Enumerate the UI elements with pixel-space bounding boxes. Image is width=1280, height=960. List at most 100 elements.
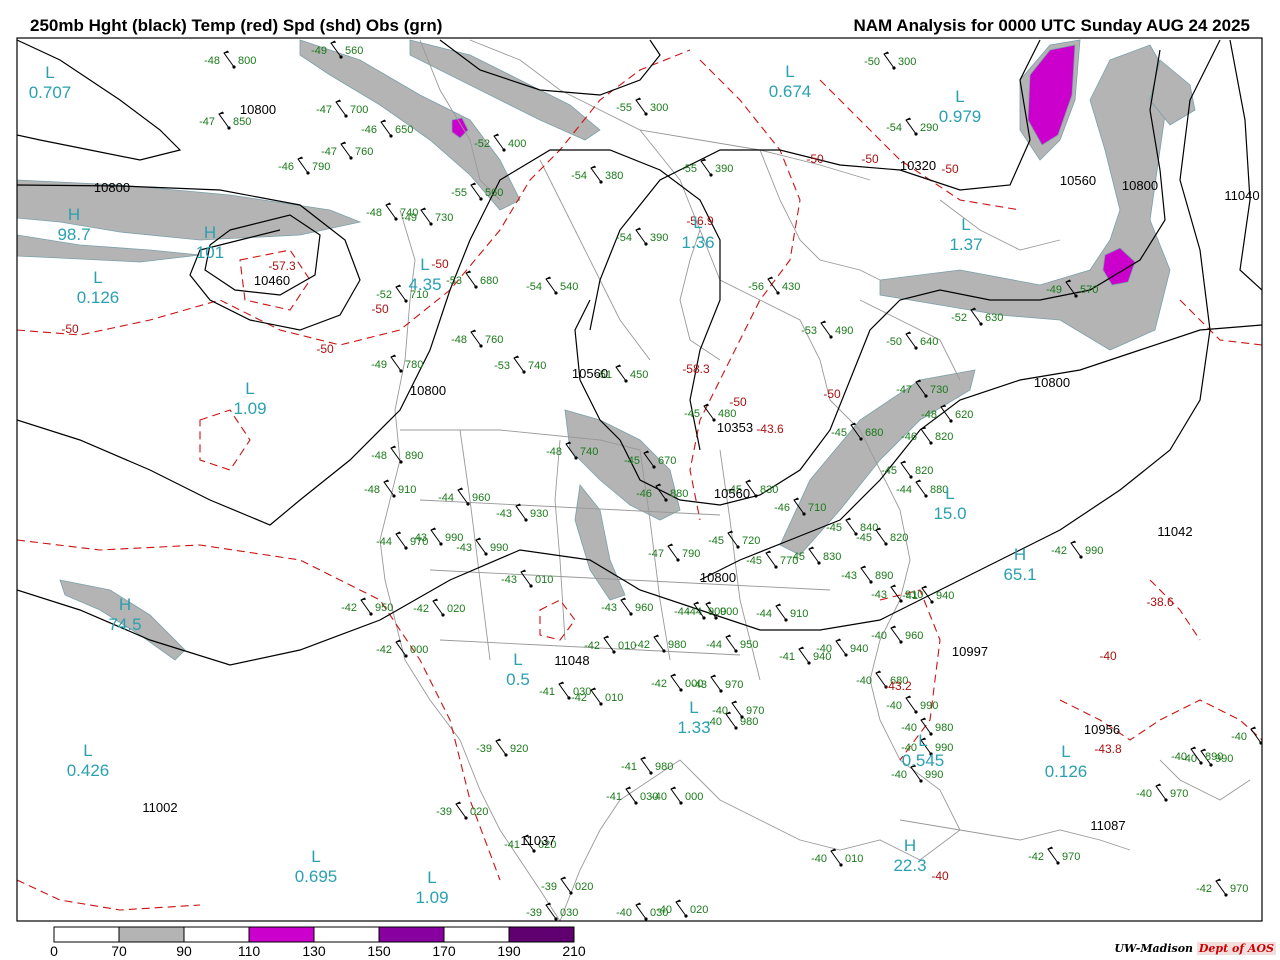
obs-temperature: -41 xyxy=(606,791,622,803)
station-plot: -44 950 xyxy=(706,634,758,653)
obs-height: 680 xyxy=(865,427,883,439)
obs-temperature: -41 xyxy=(539,686,555,698)
temperature-value-labels: -50-50-50-50-50 -50-50-56.9-58.3-50-57.3-… xyxy=(61,152,1174,883)
obs-height: 400 xyxy=(508,138,526,150)
wind-barb xyxy=(223,50,235,68)
wind-barb xyxy=(493,133,505,151)
center-type-label: H xyxy=(904,836,916,855)
center-value-label: 1.36 xyxy=(681,233,714,252)
obs-temperature: -50 xyxy=(864,56,880,68)
obs-temperature: -47 xyxy=(896,384,912,396)
obs-height: 890 xyxy=(1205,751,1223,763)
obs-temperature: -42 xyxy=(341,602,357,614)
obs-temperature: -44 xyxy=(706,639,722,651)
obs-temperature: -39 xyxy=(436,806,452,818)
center-value-label: 98.7 xyxy=(57,225,90,244)
obs-temperature: -42 xyxy=(376,644,392,656)
credit-dept: Dept of AOS xyxy=(1196,942,1276,955)
wind-barb xyxy=(635,97,647,115)
obs-temperature: -48 xyxy=(546,446,562,458)
scale-segment xyxy=(378,926,445,943)
center-type-label: H xyxy=(68,205,80,224)
wind-barb xyxy=(515,503,527,521)
obs-temperature: -42 xyxy=(1196,883,1212,895)
obs-height: 020 xyxy=(470,806,488,818)
center-value-label: 0.695 xyxy=(295,867,338,886)
obs-temperature: -45 xyxy=(708,535,724,547)
station-plot: -42 980 xyxy=(634,634,686,653)
obs-height: 900 xyxy=(708,606,726,618)
wind-barb xyxy=(385,202,397,220)
obs-height: 010 xyxy=(605,692,623,704)
wind-barb xyxy=(905,695,917,713)
height-label: 11042 xyxy=(1157,524,1192,539)
obs-temperature: -45 xyxy=(684,408,700,420)
wind-barb xyxy=(560,876,572,894)
wind-barb xyxy=(675,899,687,917)
obs-temperature: -41 xyxy=(504,839,520,851)
obs-temperature: -40 xyxy=(891,769,907,781)
center-value-label: 15.0 xyxy=(933,504,966,523)
obs-height: 800 xyxy=(238,55,256,67)
obs-height: 490 xyxy=(835,325,853,337)
wind-barb xyxy=(615,364,627,382)
center-type-label: L xyxy=(955,87,964,106)
scale-tick-label: 110 xyxy=(238,943,261,959)
obs-height: 970 xyxy=(725,679,743,691)
center-type-label: L xyxy=(83,741,92,760)
station-plot: -48 910 xyxy=(364,479,416,498)
obs-height: 730 xyxy=(930,384,948,396)
station-plot: -42 020 xyxy=(413,598,465,617)
obs-height: 560 xyxy=(345,45,363,57)
obs-height: 970 xyxy=(1170,788,1188,800)
obs-temperature: -48 xyxy=(204,55,220,67)
station-plot: -43 890 xyxy=(841,565,893,584)
obs-height: 990 xyxy=(1085,545,1103,557)
obs-height: 730 xyxy=(435,212,453,224)
obs-temperature: -54 xyxy=(616,232,632,244)
wind-barb xyxy=(340,141,352,159)
wind-barb xyxy=(667,543,679,561)
center-value-label: 0.126 xyxy=(77,288,120,307)
obs-height: 650 xyxy=(395,124,413,136)
height-label: 10997 xyxy=(952,644,988,659)
wind-barb xyxy=(890,625,902,643)
wind-barb xyxy=(430,527,442,545)
obs-temperature: -54 xyxy=(571,170,587,182)
temperature-label: -50 xyxy=(61,322,79,336)
obs-temperature: -55 xyxy=(681,163,697,175)
wind-barb xyxy=(432,598,444,616)
wind-barb xyxy=(830,848,842,866)
center-value-label: 65.1 xyxy=(1003,565,1036,584)
height-label: 10560 xyxy=(1060,173,1096,188)
center-type-label: L xyxy=(420,255,429,274)
station-plot: -50 300 xyxy=(864,51,916,70)
station-plot: -53 680 xyxy=(446,270,498,289)
wind-barb xyxy=(860,565,872,583)
obs-temperature: -45 xyxy=(856,532,872,544)
station-plot: -45 720 xyxy=(708,530,760,549)
obs-temperature: -49 xyxy=(401,212,417,224)
station-plot: -43 930 xyxy=(496,503,548,522)
station-plot: -39 920 xyxy=(476,738,528,757)
wind-barb xyxy=(465,270,477,288)
center-type-label: L xyxy=(1061,742,1070,761)
station-plot: -42 970 xyxy=(1028,846,1080,865)
obs-height: 640 xyxy=(920,336,938,348)
center-value-label: 0.979 xyxy=(939,107,982,126)
station-plot: -42 990 xyxy=(1051,540,1103,559)
obs-temperature: -47 xyxy=(316,104,332,116)
center-value-label: 0.5 xyxy=(506,670,530,689)
obs-height: 390 xyxy=(715,163,733,175)
station-plot: -40 970 xyxy=(712,700,764,719)
scale-tick-label: 190 xyxy=(497,943,521,959)
obs-temperature: -40 xyxy=(1231,731,1247,743)
obs-height: 950 xyxy=(375,602,393,614)
temperature-label: -40 xyxy=(1099,649,1117,663)
obs-height: 970 xyxy=(410,536,428,548)
height-label: 10800 xyxy=(1034,375,1070,390)
obs-height: 780 xyxy=(405,359,423,371)
temperature-label: -50 xyxy=(371,302,389,316)
scale-tick-label: 210 xyxy=(562,943,586,959)
obs-temperature: -53 xyxy=(801,325,817,337)
